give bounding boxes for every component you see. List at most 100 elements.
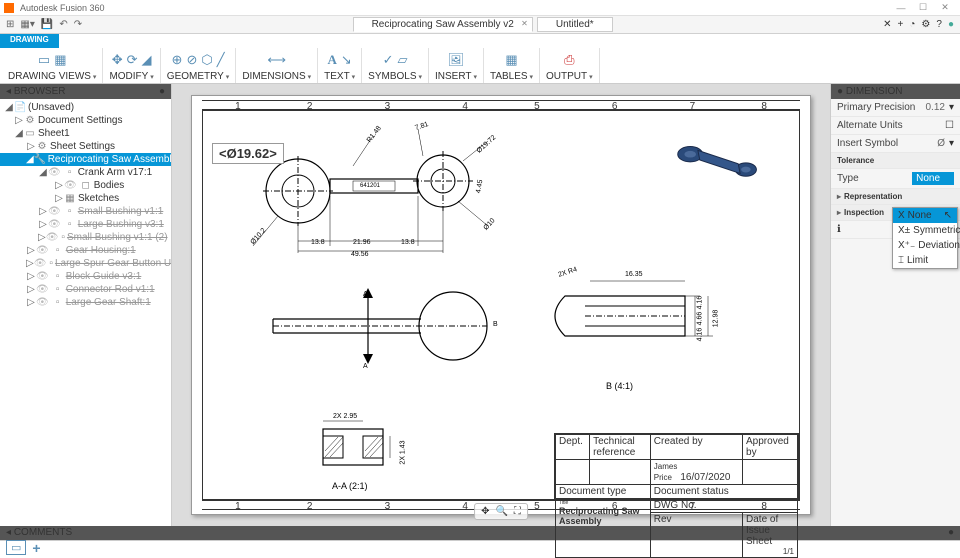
tree-large-bushing[interactable]: ▷👁▫Large Bushing v3:1 bbox=[0, 218, 171, 231]
opt-symmetrical[interactable]: X±Symmetrical bbox=[893, 223, 957, 238]
row-tolerance-type[interactable]: TypeNone bbox=[831, 169, 960, 189]
data-panel-icon[interactable]: ▦▾ bbox=[20, 19, 34, 30]
close-tab-icon[interactable]: ✕ bbox=[521, 19, 528, 28]
fit-icon[interactable]: ⛶ bbox=[514, 506, 521, 517]
tree-large-gear-shaft[interactable]: ▷👁▫Large Gear Shaft:1 bbox=[0, 296, 171, 309]
comments-bar[interactable]: ◂ COMMENTS● bbox=[0, 526, 960, 540]
ribbon-group-modify: ✥⟳◢ MODIFY ▾ bbox=[103, 48, 160, 83]
section-aa-view bbox=[308, 411, 398, 481]
app-title: Autodesk Fusion 360 bbox=[20, 3, 890, 13]
ribbon-group-symbols: ✓▱ SYMBOLS ▾ bbox=[362, 48, 429, 83]
bottom-toolbar: ▭ + bbox=[0, 540, 960, 554]
undo-icon[interactable]: ↶ bbox=[59, 19, 67, 30]
maximize-button[interactable]: ☐ bbox=[912, 2, 934, 13]
dim-21-96[interactable]: 21.96 bbox=[353, 239, 371, 246]
section-aa-label: A-A (2:1) bbox=[332, 481, 368, 491]
image-icon[interactable]: 🖼 bbox=[448, 52, 465, 68]
section-a-bot: A bbox=[363, 363, 368, 370]
dim-4-16t[interactable]: 4.16 bbox=[696, 296, 703, 310]
checkbox-icon[interactable]: ☐ bbox=[945, 120, 954, 131]
dimension-icon[interactable]: ⟷ bbox=[267, 52, 286, 68]
delete-icon[interactable]: ◢ bbox=[142, 52, 152, 68]
dim-2x2-95[interactable]: 2X 2.95 bbox=[333, 413, 357, 420]
pan-icon[interactable]: ✥ bbox=[481, 506, 489, 517]
text-icon[interactable]: A bbox=[327, 52, 336, 68]
help-icon[interactable]: ? bbox=[936, 19, 942, 30]
redo-icon[interactable]: ↷ bbox=[74, 19, 82, 30]
row-tolerance-header[interactable]: Tolerance bbox=[831, 153, 960, 169]
rotate-icon[interactable]: ⟳ bbox=[127, 52, 138, 68]
close-tab-button[interactable]: ✕ bbox=[883, 19, 891, 30]
opt-limit[interactable]: ⌶Limit bbox=[893, 253, 957, 268]
row-insert-symbol[interactable]: Insert SymbolØ▾ bbox=[831, 135, 960, 153]
tolerance-type-dropdown: XNone↖ X±Symmetrical X⁺₋Deviation ⌶Limit bbox=[892, 207, 958, 269]
leader-icon[interactable]: ↘ bbox=[341, 52, 352, 68]
doc-tab-label: Reciprocating Saw Assembly v2 bbox=[372, 19, 514, 30]
tree-sheet[interactable]: ◢▭Sheet1 bbox=[0, 127, 171, 140]
grid-icon[interactable]: ⊞ bbox=[6, 19, 14, 30]
table-icon[interactable]: ▦ bbox=[505, 52, 517, 68]
tree-sketches[interactable]: ▷▦Sketches bbox=[0, 192, 171, 205]
close-button[interactable]: ✕ bbox=[934, 2, 956, 13]
pdf-icon[interactable]: ⎙ bbox=[564, 52, 574, 68]
ref-641201[interactable]: 641201 bbox=[360, 183, 380, 189]
edge-icon[interactable]: ⬡ bbox=[201, 52, 212, 68]
projected-view-icon[interactable]: ▦ bbox=[54, 52, 66, 68]
centerline-icon[interactable]: ⊕ bbox=[172, 52, 183, 68]
tree-small-bushing-1[interactable]: ▷👁▫Small Bushing v1:1 bbox=[0, 205, 171, 218]
surface-icon[interactable]: ✓ bbox=[383, 52, 394, 68]
dim-12-98[interactable]: 12.98 bbox=[712, 310, 719, 328]
pin-icon[interactable]: ● bbox=[948, 527, 954, 539]
tree-sheet-settings[interactable]: ▷⚙Sheet Settings bbox=[0, 140, 171, 153]
info-icon: ℹ bbox=[837, 224, 841, 235]
tree-assembly[interactable]: ◢🔧Reciprocating Saw Assembly v2:1 bbox=[0, 153, 171, 166]
dim-4-66[interactable]: 4.66 bbox=[696, 312, 703, 326]
sheet-thumbnail-icon[interactable]: ▭ bbox=[6, 540, 26, 555]
base-view-icon[interactable]: ▭ bbox=[38, 52, 50, 68]
dim-2x1-43[interactable]: 2X 1.43 bbox=[400, 440, 407, 464]
zoom-icon[interactable]: 🔍 bbox=[495, 506, 507, 517]
dim-49-56[interactable]: 49.56 bbox=[351, 251, 369, 258]
tree-gear-housing[interactable]: ▷👁▫Gear Housing:1 bbox=[0, 244, 171, 257]
tree-root[interactable]: ◢📄(Unsaved) bbox=[0, 101, 171, 114]
dim-13-8-r[interactable]: 13.8 bbox=[401, 239, 415, 246]
tree-block-guide[interactable]: ▷👁▫Block Guide v3:1 bbox=[0, 270, 171, 283]
settings-icon[interactable]: ⚙ bbox=[921, 19, 930, 30]
minimize-button[interactable]: — bbox=[890, 3, 912, 13]
doc-tab-assembly[interactable]: Reciprocating Saw Assembly v2 ✕ bbox=[353, 17, 533, 32]
doc-tab-untitled[interactable]: Untitled* bbox=[537, 17, 613, 32]
notification-icon[interactable]: ◔ bbox=[909, 19, 915, 30]
section-a-top: A bbox=[363, 291, 368, 298]
tree-large-spur-gear[interactable]: ▷👁▫Large Spur Gear Button Up... bbox=[0, 257, 171, 270]
pin-icon[interactable]: ● bbox=[159, 86, 165, 97]
opt-none[interactable]: XNone↖ bbox=[893, 208, 957, 223]
ribbon-tab-drawing[interactable]: DRAWING bbox=[0, 34, 59, 48]
visibility-icon[interactable]: 👁 bbox=[48, 167, 61, 178]
add-sheet-icon[interactable]: + bbox=[32, 540, 40, 556]
new-tab-button[interactable]: + bbox=[898, 19, 904, 30]
tree-connector-rod[interactable]: ▷👁▫Connector Rod v1:1 bbox=[0, 283, 171, 296]
tree-bodies[interactable]: ▷👁◻Bodies bbox=[0, 179, 171, 192]
dim-4-16b[interactable]: 4.16 bbox=[696, 328, 703, 342]
save-icon[interactable]: 💾 bbox=[41, 19, 53, 30]
centermark-icon[interactable]: ⊘ bbox=[186, 52, 197, 68]
row-primary-precision[interactable]: Primary Precision0.12▾ bbox=[831, 99, 960, 117]
tree-small-bushing-2[interactable]: ▷👁▫Small Bushing v1:1 (2) bbox=[0, 231, 171, 244]
dimension-input[interactable]: <Ø19.62> bbox=[212, 143, 284, 164]
isometric-view bbox=[669, 135, 769, 183]
row-representation[interactable]: Representation bbox=[831, 189, 960, 205]
cursor-icon: ↖ bbox=[944, 210, 952, 221]
user-avatar-icon[interactable]: ● bbox=[948, 19, 954, 30]
tree-doc-settings[interactable]: ▷⚙Document Settings bbox=[0, 114, 171, 127]
dim-13-8[interactable]: 13.8 bbox=[311, 239, 325, 246]
ribbon-group-output: ⎙ OUTPUT ▾ bbox=[540, 48, 600, 83]
move-icon[interactable]: ✥ bbox=[112, 52, 123, 68]
opt-deviation[interactable]: X⁺₋Deviation bbox=[893, 238, 957, 253]
browser-panel: ◂ BROWSER● ◢📄(Unsaved) ▷⚙Document Settin… bbox=[0, 84, 172, 526]
line-icon[interactable]: ╱ bbox=[217, 52, 225, 68]
tree-crank-arm[interactable]: ◢👁▫Crank Arm v17:1 bbox=[0, 166, 171, 179]
row-alternate-units[interactable]: Alternate Units☐ bbox=[831, 117, 960, 135]
titlebar: Autodesk Fusion 360 — ☐ ✕ bbox=[0, 0, 960, 16]
dim-16-35[interactable]: 16.35 bbox=[625, 271, 643, 278]
datum-icon[interactable]: ▱ bbox=[398, 52, 408, 68]
